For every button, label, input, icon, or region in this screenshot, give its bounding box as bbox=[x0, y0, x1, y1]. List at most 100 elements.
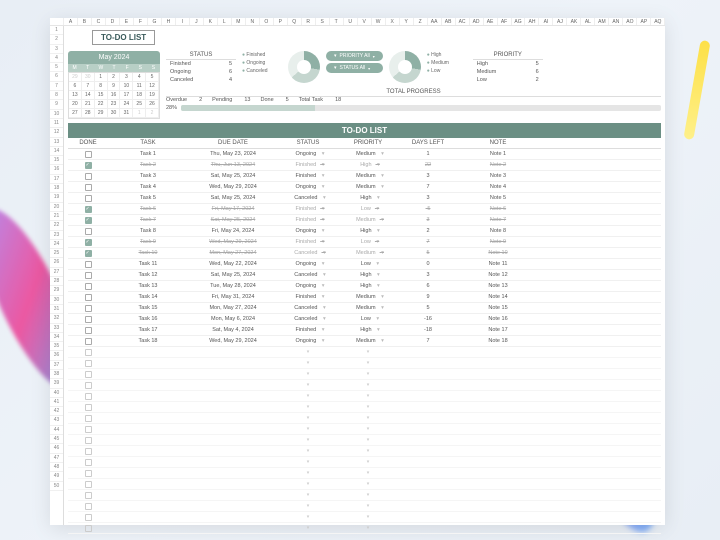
checkbox[interactable] bbox=[85, 305, 92, 312]
priority-legend: HighMediumLow bbox=[427, 51, 467, 75]
done-label: Done bbox=[260, 97, 273, 103]
status-cell: Finished ▾ bbox=[278, 239, 338, 245]
empty-row[interactable]: ▾▾ bbox=[68, 380, 661, 391]
table-row[interactable]: Task 4 Wed, May 29, 2024 Ongoing ▾ Mediu… bbox=[68, 182, 661, 193]
table-row[interactable]: Task 8 Fri, May 24, 2024 Ongoing ▾ High … bbox=[68, 226, 661, 237]
checkbox[interactable] bbox=[85, 206, 92, 213]
status-cell: Finished ▾ bbox=[278, 162, 338, 168]
checkbox[interactable] bbox=[85, 151, 92, 158]
checkbox[interactable] bbox=[85, 525, 92, 532]
checkbox[interactable] bbox=[85, 360, 92, 367]
checkbox[interactable] bbox=[85, 294, 92, 301]
priority-cell: High ▾ bbox=[338, 228, 398, 234]
empty-row[interactable]: ▾▾ bbox=[68, 446, 661, 457]
table-row[interactable]: Task 16 Mon, May 6, 2024 Canceled ▾ Low … bbox=[68, 314, 661, 325]
table-row[interactable]: Task 7 Sat, May 25, 2024 Finished ▾ Medi… bbox=[68, 215, 661, 226]
empty-row[interactable]: ▾▾ bbox=[68, 457, 661, 468]
checkbox[interactable] bbox=[85, 349, 92, 356]
checkbox[interactable] bbox=[85, 371, 92, 378]
table-row[interactable]: Task 14 Fri, May 31, 2024 Finished ▾ Med… bbox=[68, 292, 661, 303]
empty-row[interactable]: ▾▾ bbox=[68, 468, 661, 479]
checkbox[interactable] bbox=[85, 503, 92, 510]
empty-row[interactable]: ▾▾ bbox=[68, 358, 661, 369]
table-row[interactable]: Task 10 Mon, May 27, 2024 Canceled ▾ Med… bbox=[68, 248, 661, 259]
table-row[interactable]: Task 18 Wed, May 29, 2024 Ongoing ▾ Medi… bbox=[68, 336, 661, 347]
status-cell: Finished ▾ bbox=[278, 294, 338, 300]
checkbox[interactable] bbox=[85, 426, 92, 433]
task-cell: Task 13 bbox=[108, 283, 188, 289]
table-row[interactable]: Task 1 Thu, May 23, 2024 Ongoing ▾ Mediu… bbox=[68, 149, 661, 160]
priority-filter-pill[interactable]: ▾PRIORITY All bbox=[326, 51, 383, 61]
table-row[interactable]: Task 2 Thu, Jun 13, 2024 Finished ▾ High… bbox=[68, 160, 661, 171]
checkbox[interactable] bbox=[85, 382, 92, 389]
due-cell: Thu, Jun 13, 2024 bbox=[188, 162, 278, 168]
empty-row[interactable]: ▾▾ bbox=[68, 402, 661, 413]
checkbox[interactable] bbox=[85, 272, 92, 279]
table-row[interactable]: Task 15 Mon, May 27, 2024 Canceled ▾ Med… bbox=[68, 303, 661, 314]
checkbox[interactable] bbox=[85, 514, 92, 521]
checkbox[interactable] bbox=[85, 492, 92, 499]
checkbox[interactable] bbox=[85, 415, 92, 422]
checkbox[interactable] bbox=[85, 338, 92, 345]
column-headers[interactable]: ABCDEFGHIJKLMNOPQRSTUVWXYZAAABACADAEAFAG… bbox=[50, 18, 665, 26]
empty-row[interactable]: ▾▾ bbox=[68, 369, 661, 380]
empty-row[interactable]: ▾▾ bbox=[68, 347, 661, 358]
due-cell: Mon, May 27, 2024 bbox=[188, 305, 278, 311]
table-row[interactable]: Task 5 Sat, May 25, 2024 Canceled ▾ High… bbox=[68, 193, 661, 204]
checkbox[interactable] bbox=[85, 437, 92, 444]
checkbox[interactable] bbox=[85, 261, 92, 268]
calendar-grid[interactable]: 2930123456789101112131415161718192021222… bbox=[68, 72, 160, 119]
checkbox[interactable] bbox=[85, 316, 92, 323]
priority-cell: Medium ▾ bbox=[338, 217, 398, 223]
checkbox[interactable] bbox=[85, 448, 92, 455]
task-cell: Task 1 bbox=[108, 151, 188, 157]
empty-row[interactable]: ▾▾ bbox=[68, 424, 661, 435]
checkbox[interactable] bbox=[85, 459, 92, 466]
checkbox[interactable] bbox=[85, 470, 92, 477]
days-cell: 7 bbox=[398, 184, 458, 190]
checkbox[interactable] bbox=[85, 283, 92, 290]
due-cell: Sat, May 25, 2024 bbox=[188, 195, 278, 201]
empty-row[interactable]: ▾▾ bbox=[68, 501, 661, 512]
empty-row[interactable]: ▾▾ bbox=[68, 413, 661, 424]
checkbox[interactable] bbox=[85, 184, 92, 191]
priority-cell: Medium ▾ bbox=[338, 250, 398, 256]
table-row[interactable]: Task 17 Sat, May 4, 2024 Finished ▾ High… bbox=[68, 325, 661, 336]
days-cell: 3 bbox=[398, 173, 458, 179]
checkbox[interactable] bbox=[85, 327, 92, 334]
checkbox[interactable] bbox=[85, 162, 92, 169]
table-row[interactable]: Task 12 Sat, May 25, 2024 Canceled ▾ Hig… bbox=[68, 270, 661, 281]
checkbox[interactable] bbox=[85, 404, 92, 411]
note-cell: Note 10 bbox=[458, 250, 538, 256]
days-cell: 1 bbox=[398, 151, 458, 157]
empty-row[interactable]: ▾▾ bbox=[68, 523, 661, 534]
empty-row[interactable]: ▾▾ bbox=[68, 391, 661, 402]
empty-row[interactable]: ▾▾ bbox=[68, 479, 661, 490]
days-cell: -18 bbox=[398, 327, 458, 333]
note-cell: Note 8 bbox=[458, 228, 538, 234]
status-cell: Ongoing ▾ bbox=[278, 184, 338, 190]
calendar[interactable]: May 2024 MTWTFSS 29301234567891011121314… bbox=[68, 51, 160, 119]
table-row[interactable]: Task 13 Tue, May 28, 2024 Ongoing ▾ High… bbox=[68, 281, 661, 292]
checkbox[interactable] bbox=[85, 173, 92, 180]
checkbox[interactable] bbox=[85, 195, 92, 202]
checkbox[interactable] bbox=[85, 250, 92, 257]
table-row[interactable]: Task 9 Wed, May 29, 2024 Finished ▾ Low … bbox=[68, 237, 661, 248]
row-numbers[interactable]: 1234567891011121314151617181920212223242… bbox=[50, 26, 64, 525]
empty-row[interactable]: ▾▾ bbox=[68, 490, 661, 501]
table-row[interactable]: Task 11 Wed, May 22, 2024 Ongoing ▾ Low … bbox=[68, 259, 661, 270]
days-cell: 3 bbox=[398, 217, 458, 223]
status-cell: Finished ▾ bbox=[278, 217, 338, 223]
empty-row[interactable]: ▾▾ bbox=[68, 512, 661, 523]
checkbox[interactable] bbox=[85, 239, 92, 246]
table-row[interactable]: Task 3 Sat, May 25, 2024 Finished ▾ Medi… bbox=[68, 171, 661, 182]
status-cell: Ongoing ▾ bbox=[278, 283, 338, 289]
checkbox[interactable] bbox=[85, 481, 92, 488]
checkbox[interactable] bbox=[85, 217, 92, 224]
checkbox[interactable] bbox=[85, 228, 92, 235]
table-row[interactable]: Task 6 Fri, May 17, 2024 Finished ▾ Low … bbox=[68, 204, 661, 215]
status-cell: Canceled ▾ bbox=[278, 250, 338, 256]
empty-row[interactable]: ▾▾ bbox=[68, 435, 661, 446]
checkbox[interactable] bbox=[85, 393, 92, 400]
status-filter-pill[interactable]: ▾STATUS All bbox=[326, 63, 383, 73]
